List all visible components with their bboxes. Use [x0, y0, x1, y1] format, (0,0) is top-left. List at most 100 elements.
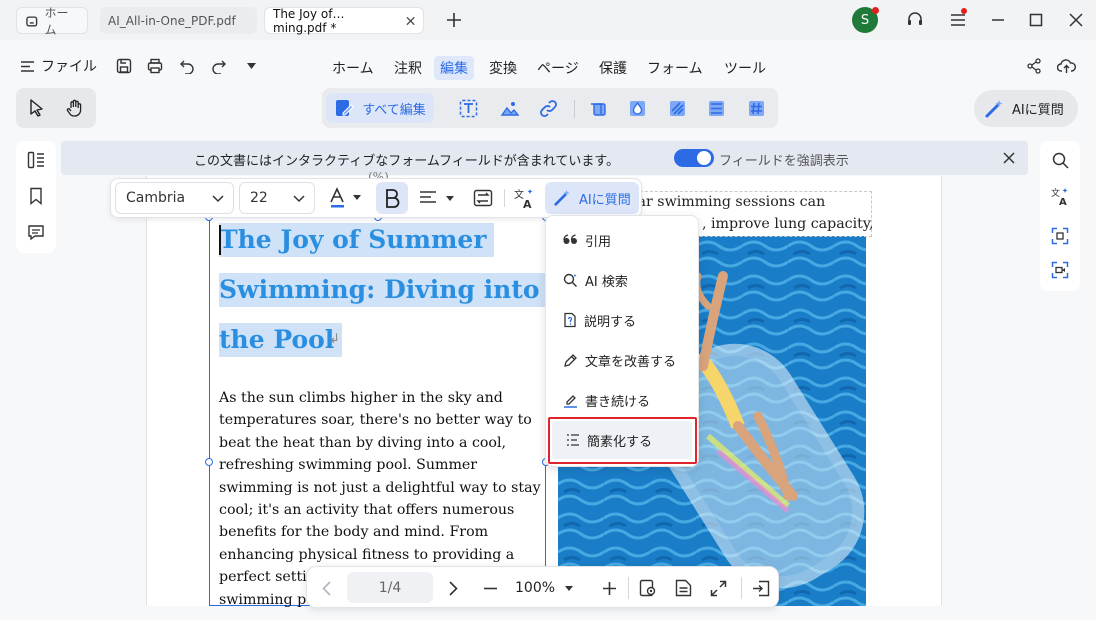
right-sidebar: 文A: [1040, 141, 1080, 291]
body-text-line: enhancing physical fitness to providing …: [219, 546, 515, 563]
add-image-button[interactable]: [496, 93, 522, 123]
home-tab-label: ホーム: [44, 5, 69, 37]
menu-item-label: 説明する: [584, 314, 637, 330]
highlight-fields-toggle[interactable]: [674, 149, 714, 167]
select-tool-button[interactable]: [26, 97, 48, 119]
quick-access-dropdown[interactable]: [243, 58, 259, 74]
page-view-button[interactable]: [672, 577, 694, 599]
header-footer-button[interactable]: [703, 93, 729, 123]
menu-item-quote[interactable]: 引用: [549, 221, 693, 259]
menu-item-explain[interactable]: 説明する: [549, 301, 693, 339]
menu-item-2[interactable]: 編集: [434, 56, 474, 80]
translate-icon: 文A: [514, 188, 533, 209]
toolbar-divider: [574, 100, 575, 118]
print-button[interactable]: [145, 56, 165, 76]
edit-all-button[interactable]: すべて編集: [326, 93, 434, 123]
menu-item-ai-search[interactable]: AI 検索: [549, 261, 693, 299]
align-button[interactable]: [417, 184, 457, 212]
home-tab[interactable]: ホーム: [16, 6, 88, 37]
read-mode-button[interactable]: [637, 577, 659, 599]
document-question-icon: [564, 312, 576, 328]
svg-text:A: A: [1059, 197, 1067, 206]
screenshot-button[interactable]: [1049, 225, 1071, 247]
menu-item-label: 書き続ける: [585, 394, 651, 410]
bold-button[interactable]: [376, 182, 408, 214]
save-button[interactable]: [114, 56, 134, 76]
add-link-button[interactable]: [535, 93, 561, 123]
plus-icon: [447, 13, 461, 27]
record-button[interactable]: [1049, 259, 1071, 281]
menu-icon: [951, 14, 965, 26]
font-size-select[interactable]: 22: [239, 182, 315, 214]
ai-sparkle-icon: [554, 189, 570, 206]
menu-item-7[interactable]: ツール: [718, 56, 772, 80]
undo-button[interactable]: [177, 56, 197, 76]
bates-number-button[interactable]: [743, 93, 769, 123]
search-button[interactable]: [1049, 149, 1071, 171]
home-icon: [26, 15, 38, 27]
menu-item-simplify[interactable]: 簡素化する: [552, 421, 692, 459]
support-button[interactable]: [904, 9, 926, 31]
menu-item-5[interactable]: 保護: [593, 56, 633, 80]
thumbnails-button[interactable]: [25, 149, 47, 171]
file-tab-ai-all-in-one[interactable]: AI_All-in-One_PDF.pdf: [100, 7, 257, 34]
svg-text:A: A: [523, 198, 532, 209]
menu-item-0[interactable]: ホーム: [326, 56, 380, 80]
heading-line[interactable]: The Joy of Summer: [219, 223, 495, 257]
upload-cloud-button[interactable]: [1055, 56, 1077, 76]
drop-icon: [629, 100, 645, 116]
redo-button[interactable]: [209, 56, 229, 76]
file-tab-joy-of-summer[interactable]: The Joy of…ming.pdf *: [264, 6, 424, 35]
file-tab-label: The Joy of…ming.pdf *: [273, 6, 345, 35]
toolbar-divider: [741, 577, 742, 599]
translate-button[interactable]: 文A: [1049, 185, 1071, 207]
minimize-button[interactable]: [987, 9, 1009, 31]
next-page-button[interactable]: [442, 577, 464, 599]
font-color-button[interactable]: [325, 184, 365, 212]
font-family-select[interactable]: Cambria: [115, 182, 234, 214]
hand-tool-button[interactable]: [64, 97, 86, 119]
watermark-button[interactable]: [624, 93, 650, 123]
crop-button[interactable]: [585, 93, 611, 123]
close-window-button[interactable]: [1065, 9, 1087, 31]
resize-handle[interactable]: [205, 458, 213, 466]
heading-line[interactable]: the Pool: [219, 323, 343, 357]
undo-icon: [180, 60, 194, 74]
menu-item-4[interactable]: ページ: [531, 56, 585, 80]
text-wrap-button[interactable]: [469, 184, 497, 212]
page-number-input[interactable]: 1/4: [347, 572, 433, 603]
close-banner-button[interactable]: [1000, 149, 1018, 167]
menu-bar: ファイル ホーム 注釈 編集 変換 ページ 保護 フォーム ツール: [0, 40, 1096, 90]
maximize-button[interactable]: [1025, 9, 1047, 31]
share-button[interactable]: [1024, 56, 1044, 76]
menu-item-6[interactable]: フォーム: [641, 56, 709, 80]
fit-page-button[interactable]: [707, 577, 729, 599]
previous-page-button[interactable]: [315, 577, 337, 599]
text-format-bar: Cambria 22 文A AIに質問: [110, 178, 642, 218]
zoom-level-select[interactable]: 100%: [515, 578, 591, 598]
ai-ask-button[interactable]: AIに質問: [974, 90, 1078, 127]
zoom-in-button[interactable]: [598, 577, 620, 599]
toolbar-divider: [504, 189, 505, 207]
exit-fullscreen-button[interactable]: [750, 577, 772, 599]
ai-ask-selection-button[interactable]: AIに質問: [545, 182, 639, 214]
crop-icon: [590, 102, 606, 116]
heading-line[interactable]: Swimming: Diving into: [219, 273, 548, 307]
menu-item-continue-writing[interactable]: 書き続ける: [549, 381, 693, 419]
form-field-banner: この文書にはインタラクティブなフォームフィールドが含まれています。 フィールドを…: [61, 141, 1028, 175]
comments-button[interactable]: [25, 221, 47, 243]
translate-selection-button[interactable]: 文A: [510, 184, 538, 212]
zoom-out-button[interactable]: [479, 577, 501, 599]
close-icon[interactable]: [406, 16, 415, 26]
new-tab-button[interactable]: [444, 10, 464, 30]
body-text-line: swimming is not just a delightful way to…: [219, 479, 541, 496]
bookmarks-button[interactable]: [25, 185, 47, 207]
hand-icon: [66, 99, 82, 117]
menu-item-improve-writing[interactable]: 文章を改善する: [549, 341, 693, 379]
menu-item-3[interactable]: 変換: [483, 56, 523, 80]
menu-item-1[interactable]: 注釈: [388, 56, 428, 80]
add-text-button[interactable]: [455, 93, 481, 123]
header-footer-icon: [708, 100, 724, 116]
background-button[interactable]: [664, 93, 690, 123]
file-menu[interactable]: ファイル: [20, 56, 97, 76]
